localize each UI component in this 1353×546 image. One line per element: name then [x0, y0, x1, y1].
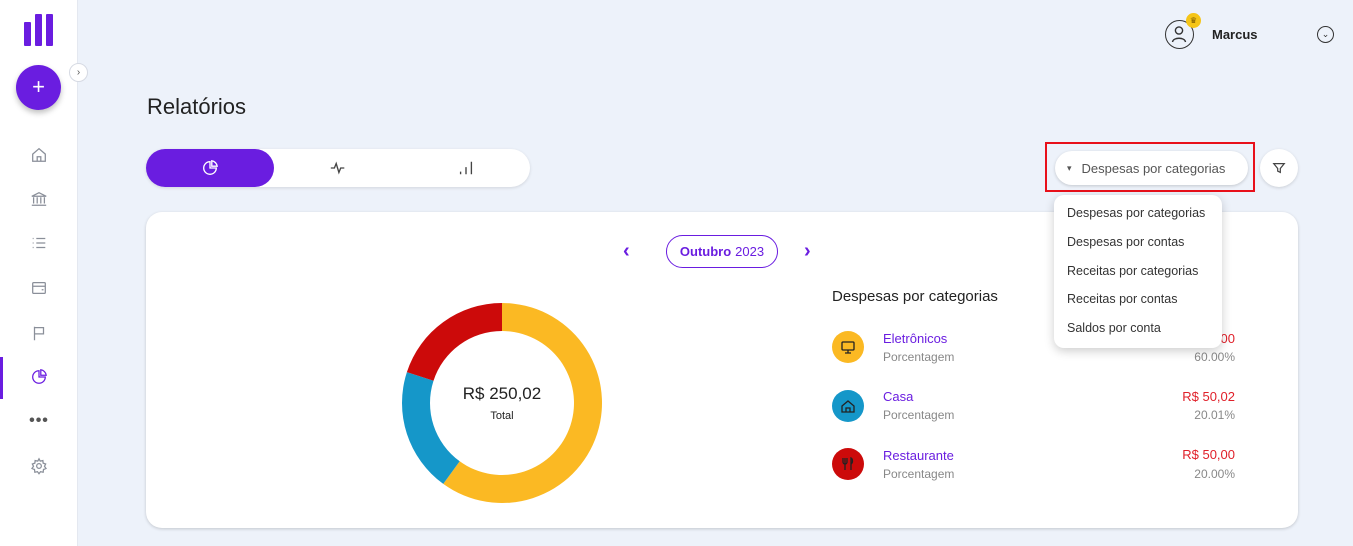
- app-logo[interactable]: [24, 14, 54, 46]
- category-percentage: 60.00%: [1194, 350, 1235, 364]
- sidebar-item-reports[interactable]: [0, 357, 78, 399]
- monitor-icon: [841, 341, 855, 354]
- month-year: 2023: [735, 244, 765, 259]
- line-chart-icon: [330, 161, 345, 175]
- donut-slice-restaurante[interactable]: [406, 303, 502, 381]
- report-type-menu: Despesas por categorias Despesas por con…: [1054, 195, 1222, 348]
- tab-pie-chart[interactable]: [146, 149, 274, 187]
- category-name[interactable]: Restaurante: [883, 448, 954, 463]
- gear-icon: [31, 457, 47, 475]
- chart-type-tabs: [146, 149, 530, 187]
- menu-item-despesas-categorias[interactable]: Despesas por categorias: [1054, 199, 1222, 228]
- chevron-down-icon: ▾: [1067, 162, 1072, 173]
- donut-total-value: R$ 250,02: [462, 384, 542, 403]
- wallet-icon: [32, 281, 46, 295]
- category-sub: Porcentagem: [883, 467, 955, 481]
- pie-chart-icon: [203, 160, 218, 175]
- filter-icon: [1272, 163, 1286, 174]
- category-amount: R$ 50,02: [1182, 389, 1235, 404]
- sidebar-item-home[interactable]: [0, 135, 78, 175]
- category-name[interactable]: Eletrônicos: [883, 331, 947, 346]
- user-menu[interactable]: ♛ Marcus: [1165, 13, 1258, 49]
- chevron-down-icon[interactable]: ⌄: [1317, 26, 1334, 43]
- sidebar-item-goals[interactable]: [0, 313, 78, 353]
- add-transaction-button[interactable]: +: [16, 65, 61, 110]
- list-icon: [32, 237, 46, 249]
- category-icon-casa: [832, 390, 864, 422]
- sidebar-item-transactions[interactable]: [0, 223, 78, 263]
- category-sub: Porcentagem: [883, 408, 955, 422]
- month-selector[interactable]: Outubro 2023: [666, 235, 778, 268]
- user-name: Marcus: [1212, 27, 1258, 42]
- next-month-button[interactable]: ›: [804, 240, 811, 263]
- house-icon: [841, 400, 855, 413]
- category-name[interactable]: Casa: [883, 389, 913, 404]
- page-title: Relatórios: [147, 94, 247, 119]
- sidebar-item-cards[interactable]: [0, 268, 78, 308]
- report-type-value: Despesas por categorias: [1081, 160, 1226, 176]
- flag-icon: [33, 326, 45, 341]
- bar-chart-icon: [459, 161, 473, 175]
- user-icon: [1171, 26, 1187, 43]
- report-type-select[interactable]: ▾ Despesas por categorias: [1055, 151, 1248, 185]
- category-percentage: 20.00%: [1194, 467, 1235, 481]
- tab-bar-chart[interactable]: [402, 149, 530, 187]
- category-icon-eletronicos: [832, 331, 864, 363]
- sidebar-item-accounts[interactable]: [0, 179, 78, 219]
- category-sub: Porcentagem: [883, 350, 955, 364]
- sidebar-item-settings[interactable]: [0, 446, 78, 486]
- previous-month-button[interactable]: ‹: [623, 240, 630, 263]
- sidebar-item-more[interactable]: •••: [0, 401, 78, 441]
- menu-item-receitas-categorias[interactable]: Receitas por categorias: [1054, 257, 1222, 286]
- avatar[interactable]: ♛: [1165, 13, 1201, 49]
- utensils-icon: [842, 456, 854, 470]
- tab-line-chart[interactable]: [274, 149, 402, 187]
- menu-item-receitas-contas[interactable]: Receitas por contas: [1054, 285, 1222, 314]
- home-icon: [32, 147, 46, 162]
- filter-button[interactable]: [1260, 149, 1298, 187]
- pie-chart-icon: [32, 369, 47, 384]
- sidebar: + •••: [0, 0, 78, 546]
- bank-icon: [31, 191, 47, 206]
- month-name: Outubro: [679, 244, 732, 259]
- donut-total-label: Total: [490, 410, 514, 422]
- menu-item-saldos-conta[interactable]: Saldos por conta: [1054, 314, 1222, 343]
- category-percentage: 20.01%: [1194, 408, 1235, 422]
- crown-icon: ♛: [1186, 13, 1201, 28]
- legend-title: Despesas por categorias: [832, 288, 998, 305]
- category-icon-restaurante: [832, 448, 864, 480]
- category-amount: R$ 50,00: [1182, 447, 1235, 462]
- sidebar-collapse-button[interactable]: ›: [69, 63, 88, 82]
- more-dots-icon: •••: [29, 412, 49, 429]
- menu-item-despesas-contas[interactable]: Despesas por contas: [1054, 228, 1222, 257]
